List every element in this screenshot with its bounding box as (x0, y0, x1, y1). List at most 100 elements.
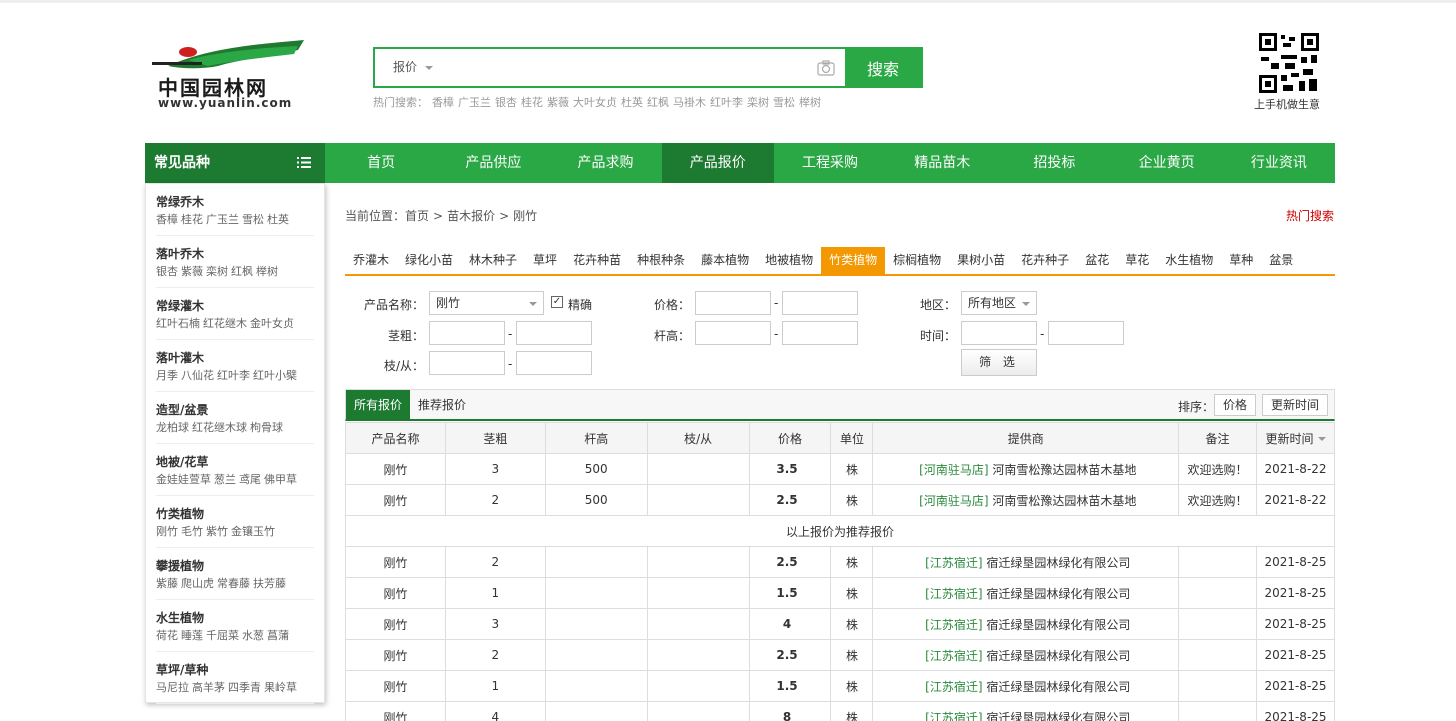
hot-search-link[interactable]: 热门搜索 (1286, 207, 1334, 224)
breadcrumb-item[interactable]: 刚竹 (513, 209, 537, 223)
sidebar-group-title[interactable]: 攀援植物 (156, 548, 314, 574)
sidebar-group-title[interactable]: 造型/盆景 (156, 392, 314, 418)
name-filter-select[interactable]: 刚竹 (429, 291, 544, 315)
supplier-cell[interactable]: [河南驻马店] 河南雪松豫达园林苗木基地 (872, 484, 1180, 516)
sidebar-link[interactable]: 八仙花 (181, 369, 214, 382)
region-filter-select[interactable]: 所有地区 (961, 291, 1037, 315)
price-min-input[interactable] (695, 291, 771, 315)
search-type-select[interactable]: 报价 (375, 49, 435, 86)
category-menu[interactable]: 常见品种 (145, 143, 325, 183)
category-tab[interactable]: 花卉种子 (1013, 247, 1077, 274)
category-tab[interactable]: 藤本植物 (693, 247, 757, 274)
category-tab[interactable]: 种根种条 (629, 247, 693, 274)
category-tab[interactable]: 绿化小苗 (397, 247, 461, 274)
sidebar-link[interactable]: 高羊茅 (192, 681, 225, 694)
sort-by-price-button[interactable]: 价格 (1214, 394, 1257, 416)
hot-search-link[interactable]: 广玉兰 (458, 96, 491, 109)
nav-item[interactable]: 产品求购 (549, 143, 661, 183)
search-input[interactable] (435, 49, 811, 86)
sidebar-link[interactable]: 鸢尾 (239, 473, 261, 486)
sidebar-link[interactable]: 红花继木球 (192, 421, 247, 434)
sidebar-link[interactable]: 紫竹 (206, 525, 228, 538)
sidebar-group-title[interactable]: 地被/花草 (156, 444, 314, 470)
breadcrumb-item[interactable]: 首页 (405, 209, 429, 223)
breadcrumb-item[interactable]: 苗木报价 (447, 209, 495, 223)
height-min-input[interactable] (695, 321, 771, 345)
sidebar-group-title[interactable]: 常绿灌木 (156, 288, 314, 314)
sidebar-link[interactable]: 毛竹 (181, 525, 203, 538)
filter-button[interactable]: 筛 选 (961, 349, 1037, 376)
site-logo[interactable]: 中国园林网 www.yuanlin.com (148, 38, 308, 113)
time-start-input[interactable] (961, 321, 1037, 345)
hot-search-link[interactable]: 桂花 (521, 96, 543, 109)
sidebar-link[interactable]: 杜英 (267, 213, 289, 226)
hot-search-link[interactable]: 杜英 (621, 96, 643, 109)
sidebar-link[interactable]: 桂花 (181, 213, 203, 226)
supplier-cell[interactable]: [江苏宿迁] 宿迁绿垦园林绿化有限公司 (872, 670, 1180, 702)
sidebar-group-title[interactable]: 草坪/草种 (156, 652, 314, 678)
product-name-cell[interactable]: 刚竹 (345, 701, 446, 721)
sidebar-link[interactable]: 果岭草 (264, 681, 297, 694)
nav-item[interactable]: 产品报价 (661, 143, 774, 183)
product-name-cell[interactable]: 刚竹 (345, 670, 446, 702)
product-name-cell[interactable]: 刚竹 (345, 453, 446, 485)
sidebar-link[interactable]: 睡莲 (181, 629, 203, 642)
sidebar-link[interactable]: 金镶玉竹 (231, 525, 275, 538)
sidebar-link[interactable]: 紫藤 (156, 577, 178, 590)
sidebar-link[interactable]: 四季青 (228, 681, 261, 694)
sidebar-link[interactable]: 红叶石楠 (156, 317, 200, 330)
supplier-cell[interactable]: [江苏宿迁] 宿迁绿垦园林绿化有限公司 (872, 701, 1180, 721)
sidebar-link[interactable]: 葱兰 (214, 473, 236, 486)
category-tab[interactable]: 草种 (1221, 247, 1261, 274)
sidebar-group-title[interactable]: 落叶灌木 (156, 340, 314, 366)
sidebar-link[interactable]: 月季 (156, 369, 178, 382)
sidebar-link[interactable]: 佛甲草 (264, 473, 297, 486)
nav-item[interactable]: 行业资讯 (1223, 143, 1335, 183)
supplier-cell[interactable]: [江苏宿迁] 宿迁绿垦园林绿化有限公司 (872, 608, 1180, 640)
stem-max-input[interactable] (516, 321, 592, 345)
product-name-cell[interactable]: 刚竹 (345, 639, 446, 671)
product-name-cell[interactable]: 刚竹 (345, 577, 446, 609)
category-tab[interactable]: 棕榈植物 (885, 247, 949, 274)
camera-icon[interactable] (811, 49, 841, 86)
hot-search-link[interactable]: 银杏 (495, 96, 517, 109)
sidebar-link[interactable]: 香樟 (156, 213, 178, 226)
category-tab[interactable]: 草坪 (525, 247, 565, 274)
sidebar-link[interactable]: 菖蒲 (267, 629, 289, 642)
sidebar-link[interactable]: 红叶李 (217, 369, 250, 382)
sidebar-link[interactable]: 荷花 (156, 629, 178, 642)
category-tab[interactable]: 果树小苗 (949, 247, 1013, 274)
search-button[interactable]: 搜索 (845, 49, 921, 86)
sidebar-group-title[interactable]: 落叶乔木 (156, 236, 314, 262)
sidebar-group-title[interactable]: 竹类植物 (156, 496, 314, 522)
hot-search-link[interactable]: 红叶李 (710, 96, 743, 109)
category-tab[interactable]: 盆景 (1261, 247, 1301, 274)
nav-item[interactable]: 精品苗木 (886, 143, 998, 183)
tab-all-quotes[interactable]: 所有报价 (346, 390, 411, 421)
category-tab[interactable]: 林木种子 (461, 247, 525, 274)
hot-search-link[interactable]: 栾树 (747, 96, 769, 109)
hot-search-link[interactable]: 雪松 (773, 96, 795, 109)
time-end-input[interactable] (1048, 321, 1124, 345)
product-name-cell[interactable]: 刚竹 (345, 608, 446, 640)
category-tab[interactable]: 乔灌木 (345, 247, 397, 274)
supplier-cell[interactable]: [江苏宿迁] 宿迁绿垦园林绿化有限公司 (872, 577, 1180, 609)
hot-search-link[interactable]: 马褂木 (673, 96, 706, 109)
column-header[interactable]: 更新时间 (1256, 422, 1335, 454)
nav-item[interactable]: 招投标 (998, 143, 1110, 183)
product-name-cell[interactable]: 刚竹 (345, 546, 446, 578)
sidebar-link[interactable]: 紫薇 (181, 265, 203, 278)
category-tab[interactable]: 盆花 (1077, 247, 1117, 274)
sidebar-link[interactable]: 红枫 (231, 265, 253, 278)
nav-item[interactable]: 工程采购 (774, 143, 886, 183)
hot-search-link[interactable]: 香樟 (432, 96, 454, 109)
nav-item[interactable]: 首页 (325, 143, 437, 183)
sidebar-link[interactable]: 枸骨球 (250, 421, 283, 434)
sidebar-group-title[interactable]: 水生植物 (156, 600, 314, 626)
sidebar-link[interactable]: 扶芳藤 (253, 577, 286, 590)
supplier-cell[interactable]: [河南驻马店] 河南雪松豫达园林苗木基地 (872, 453, 1180, 485)
sort-by-time-button[interactable]: 更新时间 (1262, 394, 1329, 416)
tab-recommended-quotes[interactable]: 推荐报价 (410, 390, 474, 421)
exact-checkbox[interactable]: ✓ (551, 296, 563, 308)
sidebar-link[interactable]: 常春藤 (217, 577, 250, 590)
